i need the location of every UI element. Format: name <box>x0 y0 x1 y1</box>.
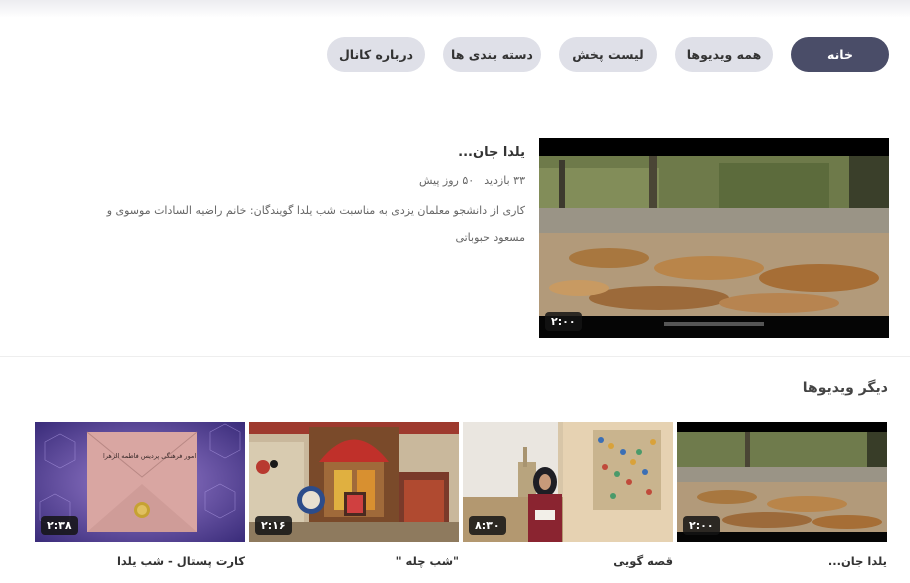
top-bar <box>0 0 910 18</box>
video-card[interactable]: ۸:۳۰ قصه گویی <box>463 422 673 568</box>
video-thumbnail[interactable]: امور فرهنگی پردیس فاطمه الزهرا ۲:۳۸ <box>35 422 245 542</box>
featured-video-meta: ۳۳ بازدید ۵۰ روز پیش <box>95 174 525 187</box>
featured-video-title[interactable]: یلدا جان... <box>95 145 525 160</box>
envelope-caption: امور فرهنگی پردیس فاطمه الزهرا <box>103 452 197 460</box>
video-thumbnail[interactable]: ۸:۳۰ <box>463 422 673 542</box>
video-thumbnail[interactable]: ۲:۱۶ <box>249 422 459 542</box>
channel-tabs: خانه همه ویدیوها لیست پخش دسته بندی ها د… <box>327 37 889 72</box>
featured-video-info: یلدا جان... ۳۳ بازدید ۵۰ روز پیش کاری از… <box>95 145 525 251</box>
tab-about[interactable]: درباره کانال <box>327 37 425 72</box>
tab-playlists[interactable]: لیست پخش <box>559 37 657 72</box>
featured-video-description: کاری از دانشجو معلمان یزدی به مناسبت شب … <box>106 204 525 244</box>
tab-all-videos[interactable]: همه ویدیوها <box>675 37 773 72</box>
video-card[interactable]: امور فرهنگی پردیس فاطمه الزهرا ۲:۳۸ کارت… <box>35 422 245 568</box>
view-count: ۳۳ بازدید <box>484 174 525 187</box>
video-title[interactable]: "شب چله " <box>249 554 459 568</box>
video-title[interactable]: یلدا جان... <box>677 554 887 568</box>
duration-badge: ۲:۰۰ <box>545 312 582 331</box>
video-title[interactable]: قصه گویی <box>463 554 673 568</box>
duration-badge: ۲:۳۸ <box>41 516 78 535</box>
upload-age: ۵۰ روز پیش <box>419 174 475 187</box>
duration-badge: ۲:۰۰ <box>683 516 720 535</box>
thumbnail-autumn-leaves <box>539 138 889 338</box>
tab-categories[interactable]: دسته بندی ها <box>443 37 541 72</box>
section-divider <box>0 356 910 357</box>
tab-home[interactable]: خانه <box>791 37 889 72</box>
video-grid: ۲:۰۰ یلدا جان... ۸:۳۰ قصه گویی ۲:۱۶ "شب … <box>35 422 887 568</box>
video-thumbnail[interactable]: ۲:۰۰ <box>677 422 887 542</box>
featured-video-thumbnail[interactable]: ۲:۰۰ <box>539 138 889 338</box>
duration-badge: ۸:۳۰ <box>469 516 506 535</box>
video-card[interactable]: ۲:۰۰ یلدا جان... <box>677 422 887 568</box>
duration-badge: ۲:۱۶ <box>255 516 292 535</box>
section-title: دیگر ویدیوها <box>802 380 888 396</box>
video-title[interactable]: کارت پستال - شب یلدا <box>35 554 245 568</box>
video-card[interactable]: ۲:۱۶ "شب چله " <box>249 422 459 568</box>
